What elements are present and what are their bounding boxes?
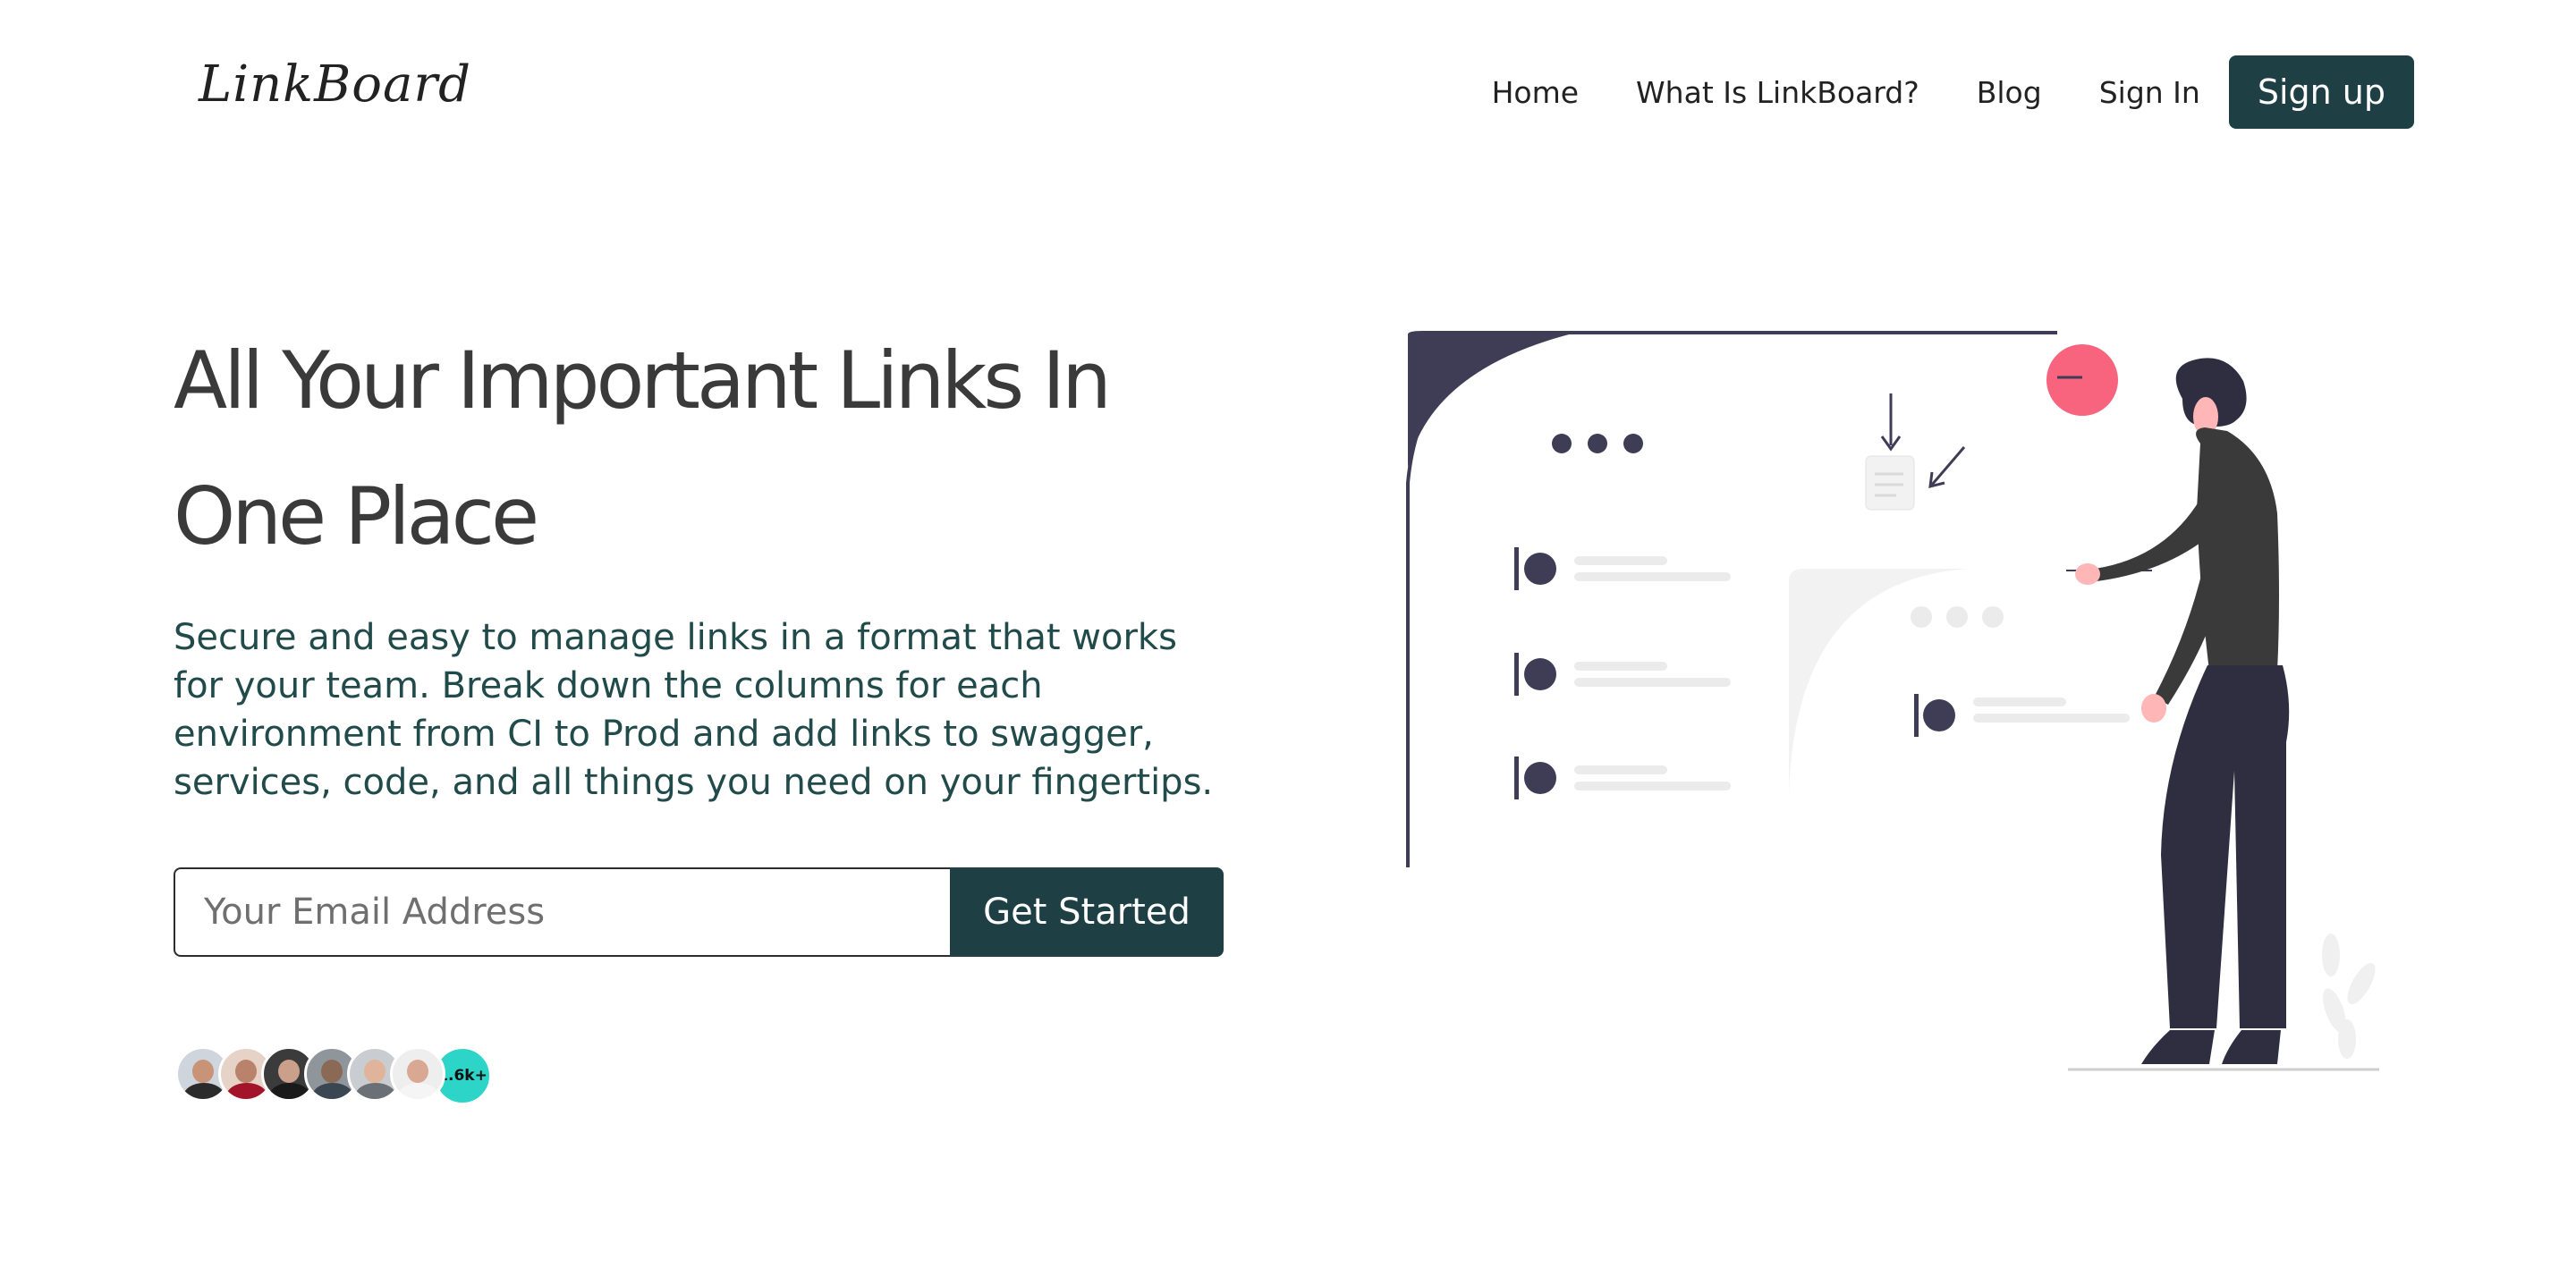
nav-what-is-linkboard[interactable]: What Is LinkBoard? (1636, 75, 1919, 110)
hero-illustration (1406, 331, 2379, 1071)
headline-line: One Place (174, 470, 539, 562)
signup-button[interactable]: Sign up (2228, 55, 2414, 129)
nav-sign-in[interactable]: Sign In (2099, 75, 2200, 110)
description-line: environment from CI to Prod and add link… (174, 714, 1154, 755)
logo[interactable]: LinkBoard (199, 55, 471, 114)
nav-home[interactable]: Home (1492, 75, 1579, 110)
avatar (390, 1046, 445, 1102)
description-line: Secure and easy to manage links in a for… (174, 617, 1177, 658)
woman-figure (2075, 358, 2290, 1064)
dashboard-frame (1406, 331, 2057, 867)
email-input[interactable] (174, 867, 950, 957)
headline-line: All Your Important Links In (174, 334, 1112, 427)
user-avatars: 1.6k+ (175, 1046, 492, 1105)
get-started-button[interactable]: Get Started (950, 867, 1224, 957)
plant-icon (2322, 934, 2376, 1059)
window-dot-icon (1588, 434, 1607, 453)
top-nav: Home What Is LinkBoard? Blog Sign In Sig… (1492, 55, 2414, 129)
arrow-diagonal-icon (1930, 446, 1966, 486)
secondary-card (1789, 569, 1968, 796)
signup-form: Get Started (174, 867, 1224, 957)
window-dot-icon (1552, 434, 1572, 453)
hero-description: Secure and easy to manage links in a for… (174, 613, 1247, 807)
nav-blog[interactable]: Blog (1977, 75, 2042, 110)
pink-dot-icon (2046, 344, 2118, 416)
window-dot-icon (1623, 434, 1643, 453)
link-list (1514, 547, 1731, 799)
hero-headline: All Your Important Links In One Place (174, 313, 1247, 585)
description-line: for your team. Break down the columns fo… (174, 665, 1043, 706)
document-icon (1865, 455, 1915, 511)
description-line: services, code, and all things you need … (174, 762, 1214, 803)
